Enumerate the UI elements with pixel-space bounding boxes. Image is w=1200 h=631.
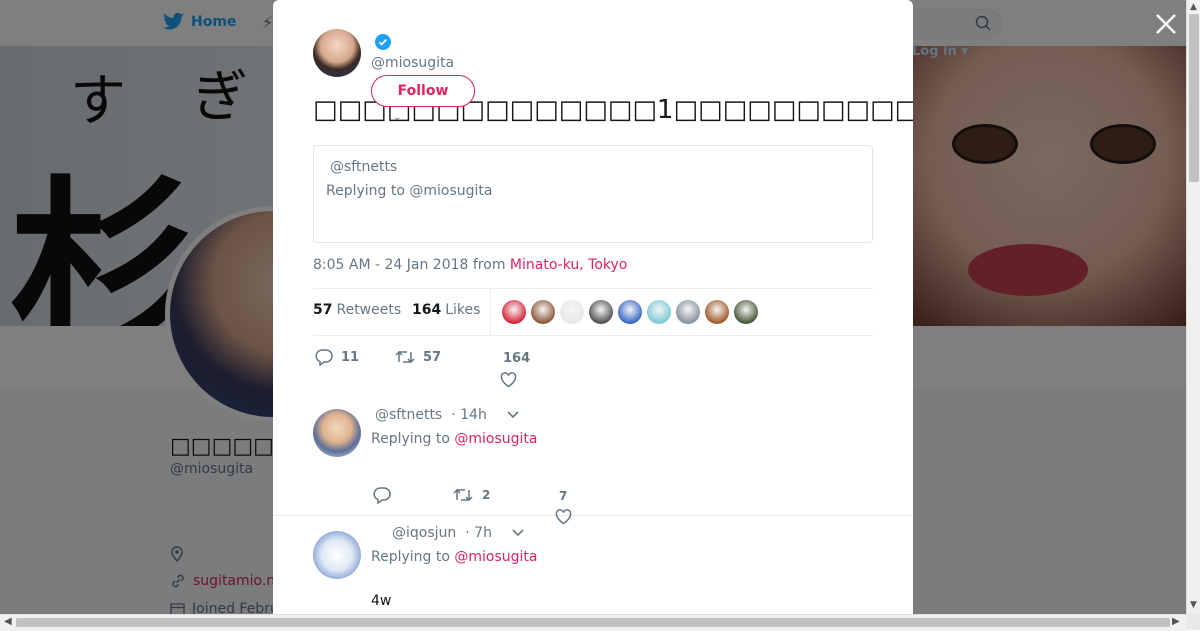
liker-avatar[interactable]	[705, 300, 729, 324]
retweet-icon	[453, 488, 473, 502]
reply-replying-to: Replying to @miosugita	[371, 549, 538, 565]
mention-link[interactable]: @miosugita	[454, 549, 537, 565]
scrollbar-thumb[interactable]	[1189, 14, 1199, 182]
horizontal-scrollbar[interactable]: ◀ ▶	[0, 614, 1186, 631]
scroll-down-arrow-icon[interactable]: ▼	[1190, 600, 1197, 610]
liker-avatars	[502, 300, 758, 324]
reply-tweet[interactable]: @iqosjun · 7h Replying to @miosugita 4w	[273, 515, 913, 614]
retweet-count: 2	[482, 488, 491, 502]
retweet-stat[interactable]: 57 Retweets	[313, 302, 401, 318]
tweet-stats: 57 Retweets 164 Likes	[313, 288, 873, 336]
reply-header: @iqosjun · 7h	[392, 525, 527, 541]
verified-badge-icon	[375, 34, 391, 50]
quoted-tweet[interactable]: @sftnetts Replying to @miosugita	[313, 145, 873, 243]
reply-header: @sftnetts · 14h	[375, 407, 522, 423]
close-icon[interactable]	[1154, 12, 1178, 36]
liker-avatar[interactable]	[502, 300, 526, 324]
liker-avatar[interactable]	[589, 300, 613, 324]
liker-avatar[interactable]	[734, 300, 758, 324]
tweet-permalink-modal: @miosugita □□□□□□□□□□□□□□1□□□□□□□□□□□□□□…	[273, 0, 913, 614]
retweet-icon	[395, 350, 415, 364]
chevron-down-icon[interactable]	[509, 528, 527, 538]
reply-avatar[interactable]	[313, 409, 361, 457]
quoted-replying-to: Replying to @miosugita	[326, 183, 493, 199]
author-handle[interactable]: @miosugita	[371, 55, 454, 71]
reply-avatar[interactable]	[313, 531, 361, 579]
reply-actions: 2 7	[371, 485, 771, 525]
liker-avatar[interactable]	[560, 300, 584, 324]
scroll-up-arrow-icon[interactable]: ▲	[1190, 2, 1197, 12]
vertical-scrollbar[interactable]: ▲ ▼	[1186, 0, 1200, 614]
retweet-action[interactable]: 57	[395, 349, 441, 365]
chevron-down-icon[interactable]	[504, 410, 522, 420]
reply-replying-to: Replying to @miosugita	[371, 431, 538, 447]
reply-handle[interactable]: @iqosjun	[392, 525, 456, 541]
follow-button[interactable]: Follow	[371, 75, 475, 107]
heart-icon[interactable]	[500, 372, 517, 388]
mention-link[interactable]: @miosugita	[454, 431, 537, 447]
quoted-handle: @sftnetts	[330, 159, 398, 175]
author-avatar[interactable]	[313, 29, 361, 77]
likes-stat[interactable]: 164 Likes	[412, 302, 480, 318]
reply-icon	[315, 349, 333, 366]
scroll-right-arrow-icon[interactable]: ▶	[1172, 616, 1180, 627]
like-count: 164	[503, 351, 531, 366]
reply-action[interactable]	[373, 487, 391, 504]
reply-text: 4w	[371, 593, 392, 609]
login-link[interactable]: Log in ▾	[912, 44, 968, 59]
reply-tweet[interactable]: @sftnetts · 14h Replying to @miosugita 2…	[273, 395, 913, 525]
liker-avatar[interactable]	[531, 300, 555, 324]
reply-handle[interactable]: @sftnetts	[375, 407, 442, 423]
scroll-left-arrow-icon[interactable]: ◀	[4, 616, 12, 627]
reply-time[interactable]: · 7h	[465, 525, 492, 541]
reply-time[interactable]: · 14h	[451, 407, 487, 423]
liker-avatar[interactable]	[676, 300, 700, 324]
reply-action[interactable]: 11	[315, 349, 359, 366]
stats-divider	[490, 289, 491, 335]
scrollbar-corner	[1186, 614, 1200, 630]
liker-avatar[interactable]	[618, 300, 642, 324]
tweet-actions: 11 57 164	[313, 344, 873, 394]
reply-count: 11	[341, 350, 360, 365]
scrollbar-thumb[interactable]	[16, 618, 1170, 627]
retweet-action[interactable]: 2	[453, 487, 490, 503]
liker-avatar[interactable]	[647, 300, 671, 324]
tweet-timestamp: 8:05 AM - 24 Jan 2018 from Minato-ku, To…	[313, 257, 628, 273]
tweet-location-link[interactable]: Minato-ku, Tokyo	[510, 257, 627, 273]
reply-icon	[373, 487, 391, 504]
chevron-down-icon[interactable]: ⌄	[393, 112, 401, 123]
like-count: 7	[559, 489, 568, 503]
retweet-count: 57	[423, 349, 442, 365]
